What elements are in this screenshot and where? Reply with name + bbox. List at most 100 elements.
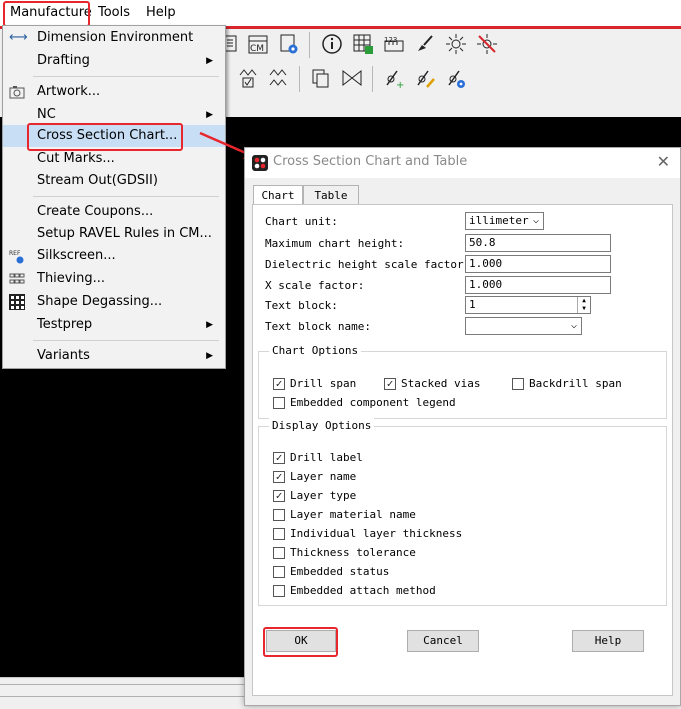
probe-edit-icon[interactable] <box>413 67 437 91</box>
stacked-vias-label: Stacked vias <box>401 377 481 390</box>
dielectric-scale-value: 1.000 <box>469 257 503 270</box>
measure-icon[interactable]: 123 <box>382 33 406 57</box>
menu-item-cut-marks[interactable]: Cut Marks... <box>3 148 225 170</box>
chevron-down-icon: ⌵ <box>570 320 577 331</box>
menu-separator <box>33 340 219 341</box>
layer-material-checkbox[interactable] <box>273 509 285 521</box>
svg-text:+: + <box>396 80 404 89</box>
max-height-input[interactable]: 50.8 <box>465 234 611 252</box>
toolbar-separator <box>372 66 373 92</box>
text-block-value: 1 <box>469 298 476 311</box>
menu-item-setup-ravel-rules[interactable]: Setup RAVEL Rules in CM... <box>3 223 225 245</box>
menu-item-silkscreen[interactable]: REF Silkscreen... <box>3 245 225 267</box>
menu-tools[interactable]: Tools <box>98 4 130 22</box>
brush-icon[interactable] <box>413 33 437 57</box>
layer-thickness-label: Individual layer thickness <box>290 527 463 540</box>
drill-span-label: Drill span <box>290 377 357 390</box>
embedded-status-checkbox[interactable] <box>273 566 285 578</box>
probe-add-icon[interactable]: + <box>382 67 406 91</box>
layer-type-label: Layer type <box>290 489 357 502</box>
menu-item-artwork[interactable]: Artwork... <box>3 81 225 103</box>
embedded-attach-checkbox[interactable] <box>273 585 285 597</box>
help-button[interactable]: Help <box>572 630 644 652</box>
menu-item-label: Variants <box>37 348 90 363</box>
embedded-attach-label: Embedded attach method <box>290 584 436 597</box>
submenu-arrow-icon: ▶ <box>206 351 213 361</box>
bowtie-icon[interactable] <box>340 67 364 91</box>
toolbar-separator <box>299 66 300 92</box>
cm-icon[interactable]: CM <box>246 33 270 57</box>
svg-text:REF: REF <box>9 250 21 257</box>
menu-bar: Manufacture Tools Help <box>0 0 681 26</box>
sun-off-icon[interactable] <box>475 33 499 57</box>
menu-item-label: Create Coupons... <box>37 204 154 219</box>
dialog-title-bar[interactable]: Cross Section Chart and Table ✕ <box>245 148 680 178</box>
ruler-label: 123 <box>384 36 398 44</box>
tab-label: Table <box>314 189 348 202</box>
menu-item-label: Drafting <box>37 53 90 68</box>
menu-item-label: Artwork... <box>37 84 101 99</box>
tab-label: Chart <box>261 189 295 202</box>
drill-label-checkbox[interactable]: ✓ <box>273 452 285 464</box>
chart-options-group: Chart Options ✓ Drill span ✓ Stacked via… <box>258 343 667 419</box>
annotation-box-manufacture <box>3 1 90 27</box>
wave-check-icon[interactable] <box>236 67 260 91</box>
chevron-down-icon: ⌵ <box>532 215 539 226</box>
dielectric-scale-input[interactable]: 1.000 <box>465 255 611 273</box>
backdrill-span-checkbox[interactable] <box>512 378 524 390</box>
stacked-vias-checkbox[interactable]: ✓ <box>384 378 396 390</box>
camera-icon <box>9 84 25 100</box>
tab-table[interactable]: Table <box>303 185 359 206</box>
text-block-stepper[interactable]: 1 ▲ ▼ <box>465 296 591 314</box>
thickness-tolerance-label: Thickness tolerance <box>290 546 416 559</box>
menu-item-drafting[interactable]: Drafting ▶ <box>3 50 225 72</box>
menu-item-thieving[interactable]: Thieving... <box>3 268 225 290</box>
layer-material-label: Layer material name <box>290 508 416 521</box>
max-height-value: 50.8 <box>469 236 496 249</box>
layer-type-checkbox[interactable]: ✓ <box>273 490 285 502</box>
close-icon[interactable]: ✕ <box>657 152 670 171</box>
menu-item-label: Silkscreen... <box>37 248 116 263</box>
cancel-button-label: Cancel <box>423 634 463 647</box>
menu-help[interactable]: Help <box>146 4 176 22</box>
spin-arrows-icon[interactable]: ▲ ▼ <box>577 297 590 313</box>
drill-span-checkbox[interactable]: ✓ <box>273 378 285 390</box>
submenu-arrow-icon: ▶ <box>206 56 213 66</box>
text-block-name-select[interactable]: ⌵ <box>465 317 582 335</box>
menu-separator <box>33 76 219 77</box>
menu-item-label: Shape Degassing... <box>37 294 163 309</box>
app-logo-icon <box>252 155 268 171</box>
layer-thickness-checkbox[interactable] <box>273 528 285 540</box>
grid-icon[interactable] <box>351 33 375 57</box>
info-icon[interactable] <box>320 33 344 57</box>
menu-item-label: NC <box>37 107 56 122</box>
menu-item-label: Setup RAVEL Rules in CM... <box>37 226 212 241</box>
display-options-group: Display Options ✓ Drill label ✓ Layer na… <box>258 418 667 606</box>
cancel-button[interactable]: Cancel <box>407 630 479 652</box>
gear-doc-icon[interactable] <box>277 33 301 57</box>
menu-item-testprep[interactable]: Testprep ▶ <box>3 314 225 336</box>
layer-name-checkbox[interactable]: ✓ <box>273 471 285 483</box>
layer-name-label: Layer name <box>290 470 357 483</box>
thickness-tolerance-checkbox[interactable] <box>273 547 285 559</box>
menu-item-shape-degassing[interactable]: Shape Degassing... <box>3 291 225 313</box>
text-block-name-label: Text block name: <box>265 320 371 333</box>
cm-label: CM <box>250 44 265 54</box>
x-scale-input[interactable]: 1.000 <box>465 276 611 294</box>
embedded-legend-checkbox[interactable] <box>273 397 285 409</box>
chart-unit-select[interactable]: illimeter ⌵ <box>465 212 544 230</box>
sun-icon[interactable] <box>444 33 468 57</box>
copy-icon[interactable] <box>309 67 333 91</box>
chart-options-title: Chart Options <box>269 343 362 359</box>
wave-icon[interactable] <box>266 67 290 91</box>
submenu-arrow-icon: ▶ <box>206 110 213 120</box>
menu-item-create-coupons[interactable]: Create Coupons... <box>3 201 225 223</box>
menu-item-variants[interactable]: Variants ▶ <box>3 345 225 367</box>
degassing-icon <box>9 294 25 310</box>
probe-settings-icon[interactable] <box>444 67 468 91</box>
submenu-arrow-icon: ▶ <box>206 320 213 330</box>
menu-item-dimension-environment[interactable]: ⟷ Dimension Environment <box>3 27 225 49</box>
chart-unit-label: Chart unit: <box>265 215 338 228</box>
menu-item-stream-out[interactable]: Stream Out(GDSII) <box>3 170 225 192</box>
dialog-title: Cross Section Chart and Table <box>273 154 468 169</box>
